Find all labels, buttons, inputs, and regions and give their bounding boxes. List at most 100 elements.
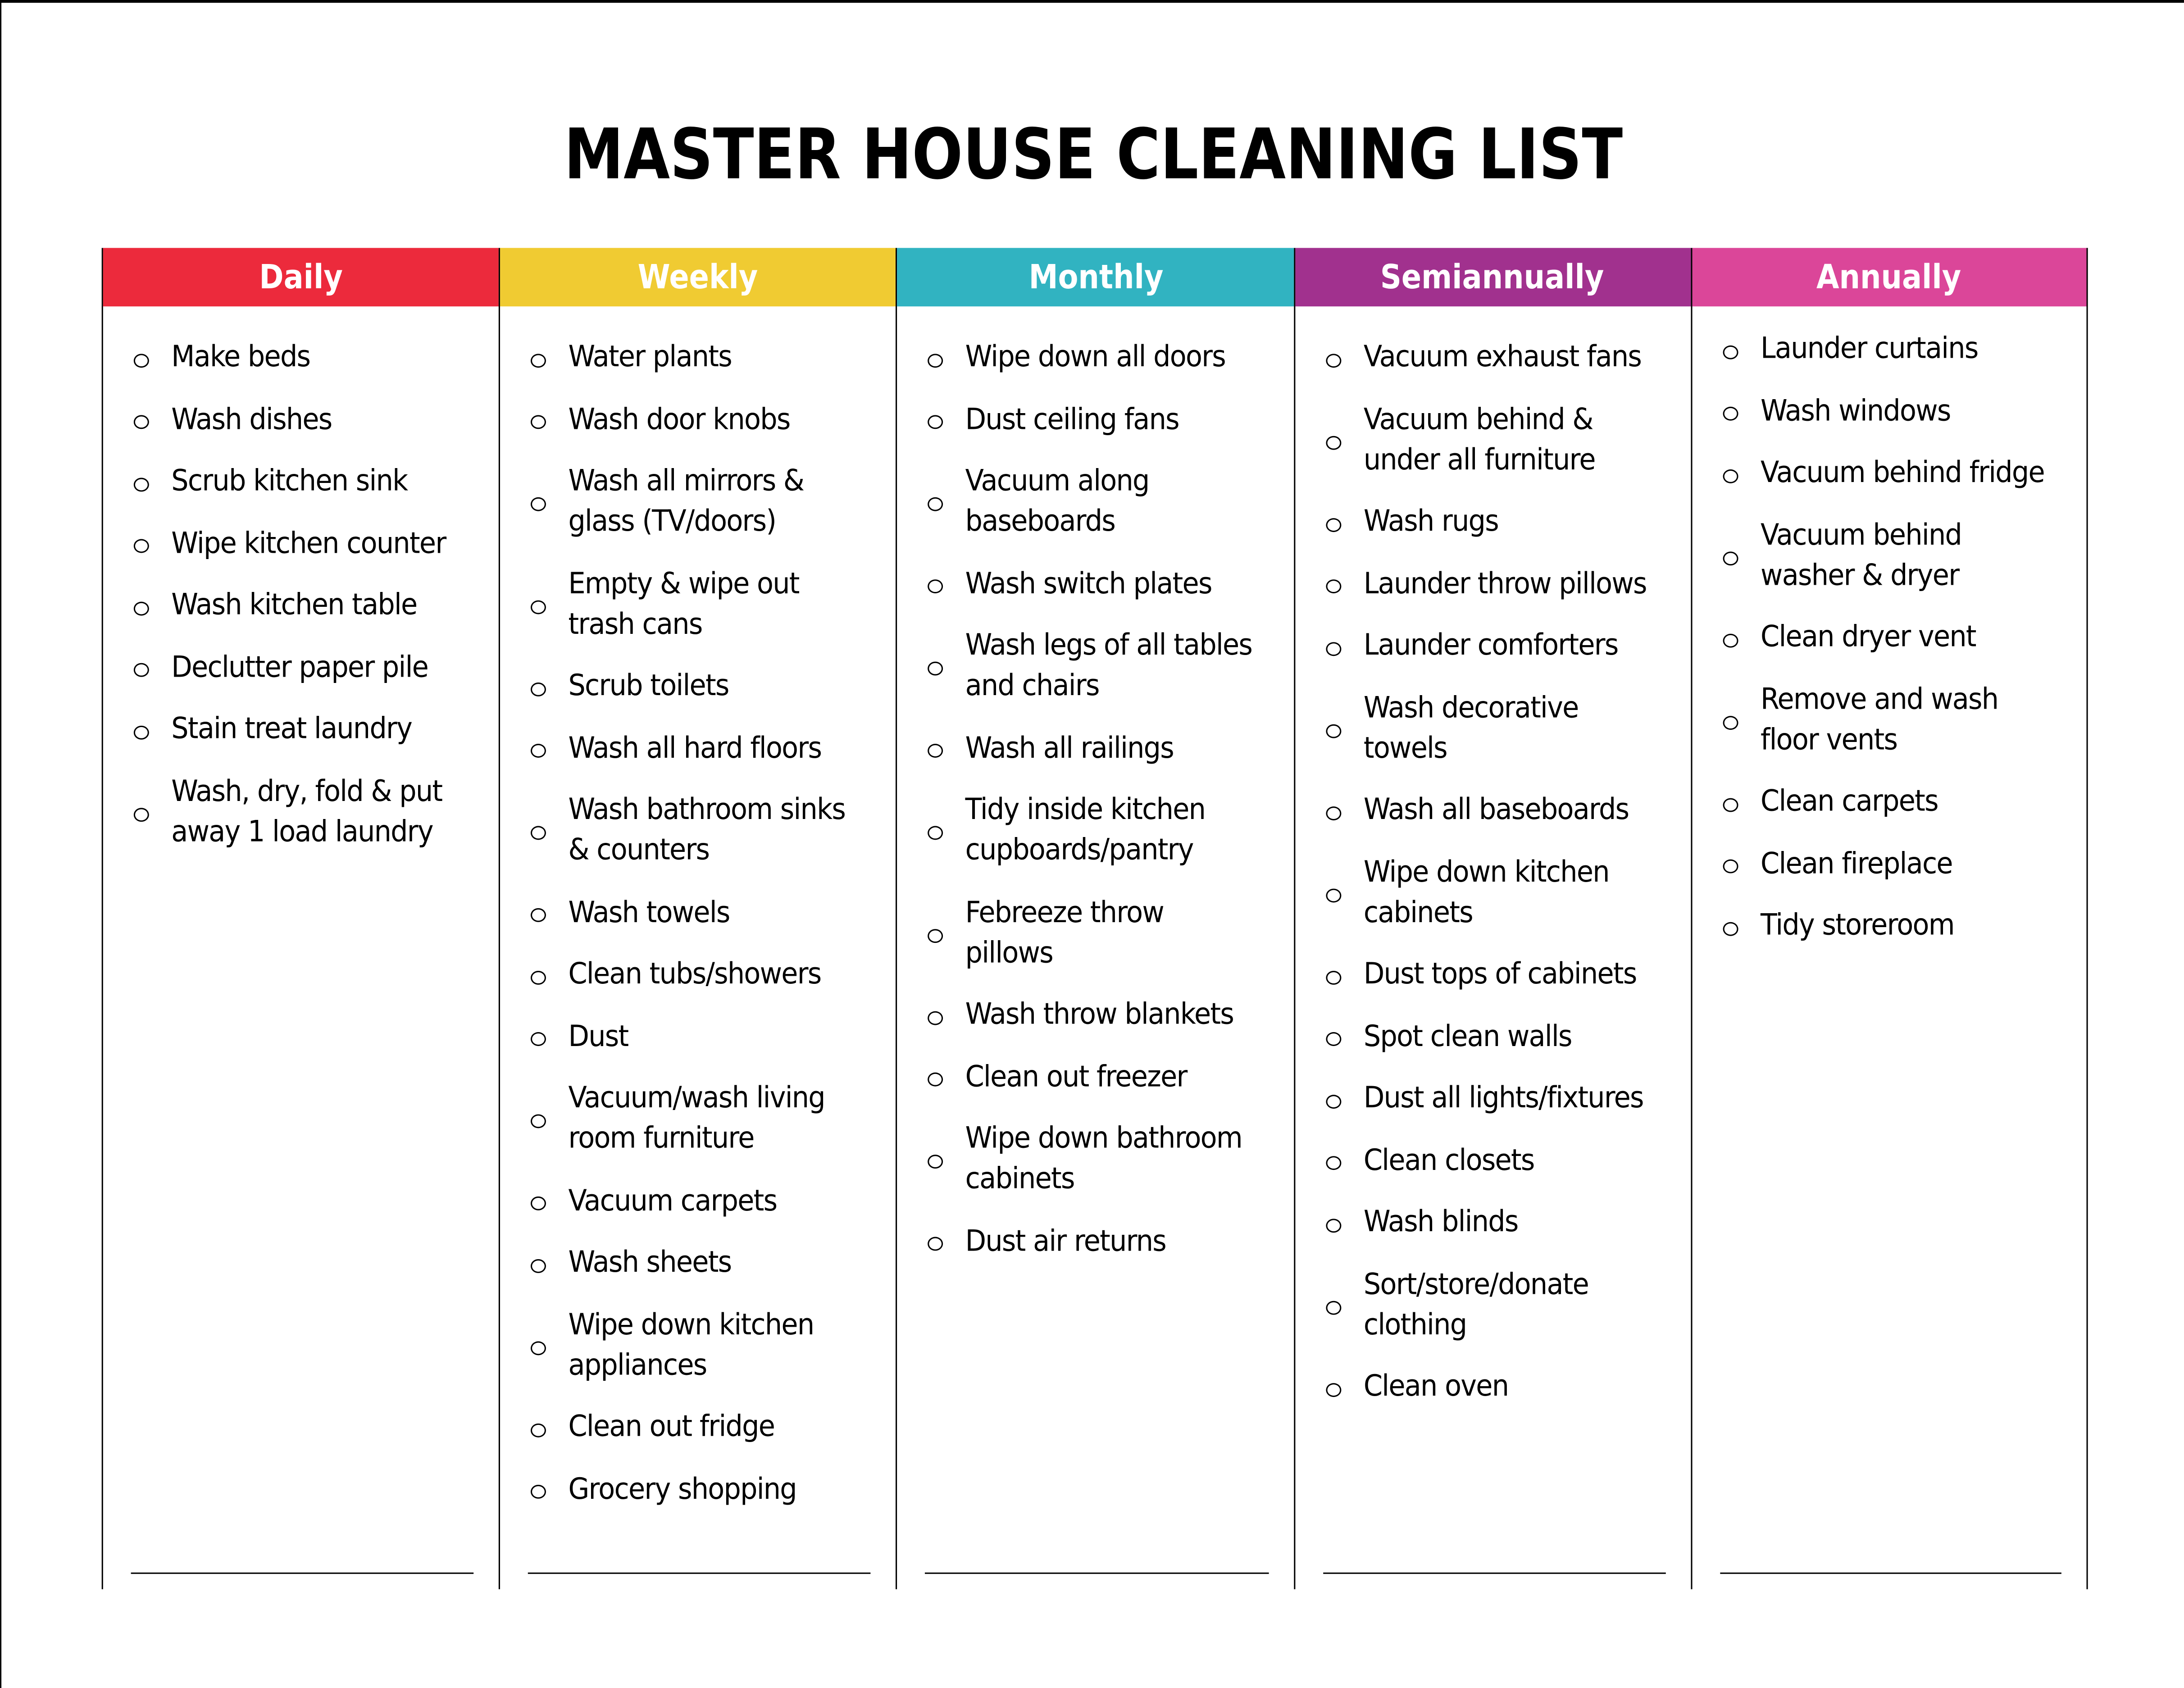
checkbox-circle-icon[interactable] bbox=[1323, 399, 1363, 480]
task-item[interactable]: Wash legs of all tables and chairs bbox=[925, 625, 1279, 706]
task-item[interactable]: Launder comforters bbox=[1323, 625, 1677, 666]
task-item[interactable]: Vacuum/wash living room furniture bbox=[528, 1078, 882, 1159]
checkbox-circle-icon[interactable] bbox=[131, 461, 172, 501]
task-item[interactable]: Wash sheets bbox=[528, 1242, 882, 1283]
task-item[interactable]: Wipe down kitchen cabinets bbox=[1323, 852, 1677, 933]
task-item[interactable]: Make beds bbox=[131, 337, 485, 378]
task-item[interactable]: Wipe kitchen counter bbox=[131, 523, 485, 564]
checkbox-circle-icon[interactable] bbox=[131, 709, 172, 750]
task-item[interactable]: Wash decorative towels bbox=[1323, 687, 1677, 768]
checkbox-circle-icon[interactable] bbox=[1720, 617, 1761, 658]
task-item[interactable]: Clean oven bbox=[1323, 1366, 1677, 1407]
task-item[interactable]: Dust tops of cabinets bbox=[1323, 954, 1677, 995]
task-item[interactable]: Wash, dry, fold & put away 1 load laundr… bbox=[131, 771, 485, 851]
task-item[interactable]: Launder curtains bbox=[1720, 329, 2073, 369]
checkbox-circle-icon[interactable] bbox=[528, 666, 569, 706]
checkbox-circle-icon[interactable] bbox=[1720, 391, 1761, 431]
task-item[interactable]: Scrub kitchen sink bbox=[131, 461, 485, 501]
checkbox-circle-icon[interactable] bbox=[1323, 1016, 1363, 1056]
checkbox-circle-icon[interactable] bbox=[925, 790, 966, 870]
task-item[interactable]: Tidy storeroom bbox=[1720, 905, 2073, 946]
task-item[interactable]: Dust ceiling fans bbox=[925, 399, 1279, 440]
checkbox-circle-icon[interactable] bbox=[528, 954, 569, 995]
checkbox-circle-icon[interactable] bbox=[1323, 501, 1363, 542]
checkbox-circle-icon[interactable] bbox=[1323, 625, 1363, 666]
checkbox-circle-icon[interactable] bbox=[131, 523, 172, 564]
task-item[interactable]: Wash rugs bbox=[1323, 501, 1677, 542]
checkbox-circle-icon[interactable] bbox=[1323, 1140, 1363, 1181]
checkbox-circle-icon[interactable] bbox=[925, 625, 966, 706]
checkbox-circle-icon[interactable] bbox=[1720, 679, 1761, 760]
checkbox-circle-icon[interactable] bbox=[925, 995, 966, 1035]
task-item[interactable]: Wash dishes bbox=[131, 399, 485, 440]
task-item[interactable]: Dust all lights/fixtures bbox=[1323, 1078, 1677, 1119]
write-in-line[interactable] bbox=[528, 1572, 871, 1574]
task-item[interactable]: Clean out fridge bbox=[528, 1407, 882, 1447]
checkbox-circle-icon[interactable] bbox=[1323, 564, 1363, 604]
checkbox-circle-icon[interactable] bbox=[925, 1056, 966, 1097]
checkbox-circle-icon[interactable] bbox=[131, 337, 172, 378]
checkbox-circle-icon[interactable] bbox=[1720, 329, 1761, 369]
write-in-line[interactable] bbox=[1720, 1572, 2061, 1574]
checkbox-circle-icon[interactable] bbox=[528, 790, 569, 870]
task-item[interactable]: Launder throw pillows bbox=[1323, 564, 1677, 604]
task-item[interactable]: Vacuum behind washer & dryer bbox=[1720, 514, 2073, 595]
checkbox-circle-icon[interactable] bbox=[528, 1242, 569, 1283]
task-item[interactable]: Dust bbox=[528, 1016, 882, 1056]
checkbox-circle-icon[interactable] bbox=[1720, 843, 1761, 884]
checkbox-circle-icon[interactable] bbox=[1323, 1078, 1363, 1119]
checkbox-circle-icon[interactable] bbox=[1323, 1366, 1363, 1407]
checkbox-circle-icon[interactable] bbox=[131, 647, 172, 687]
checkbox-circle-icon[interactable] bbox=[1720, 905, 1761, 946]
task-item[interactable]: Febreeze throw pillows bbox=[925, 892, 1279, 973]
checkbox-circle-icon[interactable] bbox=[1323, 954, 1363, 995]
checkbox-circle-icon[interactable] bbox=[131, 585, 172, 626]
task-item[interactable]: Wash throw blankets bbox=[925, 995, 1279, 1035]
task-item[interactable]: Wash towels bbox=[528, 892, 882, 933]
task-item[interactable]: Declutter paper pile bbox=[131, 647, 485, 687]
checkbox-circle-icon[interactable] bbox=[528, 461, 569, 541]
checkbox-circle-icon[interactable] bbox=[528, 1078, 569, 1159]
task-item[interactable]: Vacuum along baseboards bbox=[925, 461, 1279, 541]
task-item[interactable]: Vacuum behind fridge bbox=[1720, 453, 2073, 493]
task-item[interactable]: Wash blinds bbox=[1323, 1202, 1677, 1242]
task-item[interactable]: Clean tubs/showers bbox=[528, 954, 882, 995]
task-item[interactable]: Spot clean walls bbox=[1323, 1016, 1677, 1056]
write-in-line[interactable] bbox=[131, 1572, 474, 1574]
task-item[interactable]: Tidy inside kitchen cupboards/pantry bbox=[925, 790, 1279, 870]
task-item[interactable]: Wash windows bbox=[1720, 391, 2073, 431]
task-item[interactable]: Vacuum behind & under all furniture bbox=[1323, 399, 1677, 480]
checkbox-circle-icon[interactable] bbox=[528, 1407, 569, 1447]
task-item[interactable]: Water plants bbox=[528, 337, 882, 378]
checkbox-circle-icon[interactable] bbox=[528, 1016, 569, 1056]
task-item[interactable]: Scrub toilets bbox=[528, 666, 882, 706]
task-item[interactable]: Wash all hard floors bbox=[528, 728, 882, 768]
task-item[interactable]: Remove and wash floor vents bbox=[1720, 679, 2073, 760]
task-item[interactable]: Wipe down bathroom cabinets bbox=[925, 1119, 1279, 1199]
task-item[interactable]: Stain treat laundry bbox=[131, 709, 485, 750]
checkbox-circle-icon[interactable] bbox=[925, 461, 966, 541]
checkbox-circle-icon[interactable] bbox=[131, 771, 172, 851]
checkbox-circle-icon[interactable] bbox=[528, 564, 569, 644]
task-item[interactable]: Wash switch plates bbox=[925, 564, 1279, 604]
checkbox-circle-icon[interactable] bbox=[925, 728, 966, 768]
checkbox-circle-icon[interactable] bbox=[925, 1119, 966, 1199]
task-item[interactable]: Grocery shopping bbox=[528, 1469, 882, 1509]
checkbox-circle-icon[interactable] bbox=[1720, 781, 1761, 822]
checkbox-circle-icon[interactable] bbox=[528, 399, 569, 440]
checkbox-circle-icon[interactable] bbox=[1323, 1264, 1363, 1345]
checkbox-circle-icon[interactable] bbox=[925, 564, 966, 604]
checkbox-circle-icon[interactable] bbox=[1323, 852, 1363, 933]
checkbox-circle-icon[interactable] bbox=[1323, 687, 1363, 768]
checkbox-circle-icon[interactable] bbox=[528, 1180, 569, 1221]
task-item[interactable]: Clean carpets bbox=[1720, 781, 2073, 822]
checkbox-circle-icon[interactable] bbox=[1720, 514, 1761, 595]
checkbox-circle-icon[interactable] bbox=[528, 337, 569, 378]
checkbox-circle-icon[interactable] bbox=[925, 399, 966, 440]
task-item[interactable]: Wash bathroom sinks & counters bbox=[528, 790, 882, 870]
checkbox-circle-icon[interactable] bbox=[925, 1221, 966, 1261]
checkbox-circle-icon[interactable] bbox=[528, 1469, 569, 1509]
task-item[interactable]: Vacuum exhaust fans bbox=[1323, 337, 1677, 378]
task-item[interactable]: Wipe down kitchen appliances bbox=[528, 1304, 882, 1385]
task-item[interactable]: Clean fireplace bbox=[1720, 843, 2073, 884]
